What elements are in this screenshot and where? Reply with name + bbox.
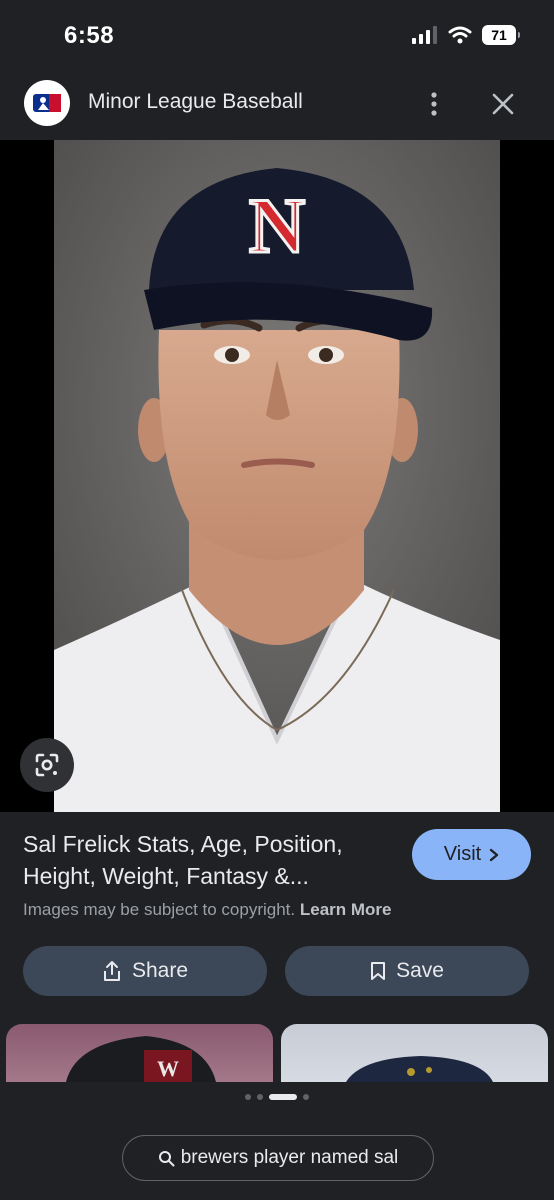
viewer-header: Minor League Baseball bbox=[0, 72, 554, 140]
pager-dot-active bbox=[269, 1094, 297, 1100]
pager-dot bbox=[303, 1094, 309, 1100]
pager-dot bbox=[257, 1094, 263, 1100]
bookmark-icon bbox=[371, 962, 386, 980]
search-query-chip[interactable]: brewers player named sal bbox=[122, 1135, 434, 1181]
cellular-signal-icon bbox=[412, 26, 437, 44]
visit-button[interactable]: Visit bbox=[412, 829, 531, 880]
source-title[interactable]: Minor League Baseball bbox=[88, 90, 303, 114]
svg-text:W: W bbox=[157, 1056, 179, 1081]
related-image-thumbnail[interactable]: W bbox=[6, 1024, 273, 1082]
source-logo[interactable] bbox=[24, 80, 70, 126]
visit-label: Visit bbox=[443, 843, 482, 865]
related-image-thumbnail[interactable] bbox=[281, 1024, 548, 1082]
battery-indicator: 71 bbox=[482, 25, 520, 45]
player-photo[interactable]: N bbox=[54, 140, 500, 812]
google-lens-button[interactable] bbox=[20, 738, 74, 792]
milb-logo-icon bbox=[33, 94, 61, 112]
lens-icon bbox=[35, 753, 59, 777]
search-query-text: brewers player named sal bbox=[180, 1147, 399, 1168]
share-label: Share bbox=[131, 959, 189, 982]
save-label: Save bbox=[396, 959, 444, 982]
battery-level: 71 bbox=[491, 27, 507, 43]
image-frame: N bbox=[0, 140, 554, 812]
learn-more-link[interactable]: Learn More bbox=[300, 900, 392, 919]
status-time: 6:58 bbox=[64, 22, 115, 49]
copyright-notice: Images may be subject to copyright. Lear… bbox=[23, 900, 392, 920]
status-bar: 6:58 71 bbox=[0, 0, 554, 72]
chevron-right-icon bbox=[490, 848, 499, 861]
status-icons: 71 bbox=[412, 25, 520, 45]
search-icon bbox=[158, 1150, 175, 1166]
close-icon[interactable] bbox=[486, 86, 520, 122]
more-options-icon[interactable] bbox=[420, 86, 448, 122]
wifi-icon bbox=[448, 26, 472, 44]
share-button[interactable]: Share bbox=[23, 946, 267, 996]
carousel-pager bbox=[0, 1094, 554, 1100]
svg-text:N: N bbox=[249, 182, 305, 269]
share-icon bbox=[103, 961, 120, 981]
copyright-text: Images may be subject to copyright. bbox=[23, 900, 296, 919]
pager-dot bbox=[245, 1094, 251, 1100]
result-title[interactable]: Sal Frelick Stats, Age, Position, Height… bbox=[23, 828, 393, 892]
save-button[interactable]: Save bbox=[285, 946, 529, 996]
